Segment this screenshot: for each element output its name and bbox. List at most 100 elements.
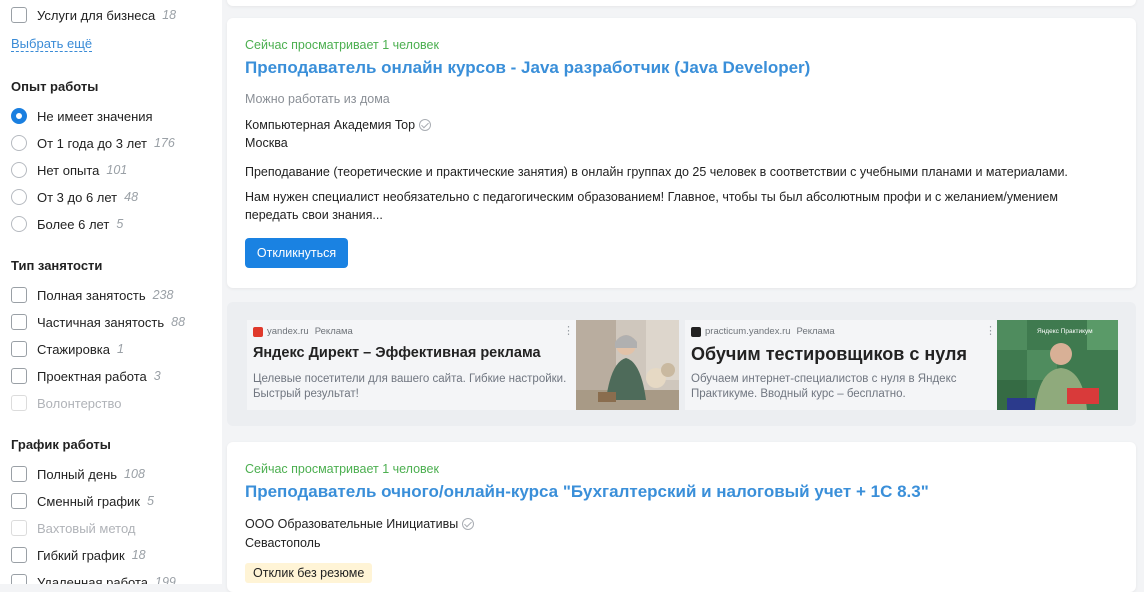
ad-image [576, 320, 679, 410]
vacancy-city: Москва [245, 136, 288, 150]
radio[interactable] [11, 135, 27, 151]
company-name-text[interactable]: Компьютерная Академия Top [245, 118, 415, 132]
verified-check-icon [462, 518, 475, 530]
checkbox-disabled [11, 520, 27, 536]
option-count: 199 [155, 575, 176, 584]
show-more-link[interactable]: Выбрать ещё [11, 36, 93, 52]
vacancy-card: Сейчас просматривает 1 человек Преподава… [227, 18, 1136, 288]
schedule-option-remote[interactable]: Удаленная работа 199 [11, 571, 176, 584]
schedule-option-rotation: Вахтовый метод [11, 517, 136, 539]
radio-selected[interactable] [11, 108, 27, 124]
filter-label: Услуги для бизнеса [37, 7, 156, 23]
option-label: Полная занятость [37, 287, 146, 303]
no-resume-badge: Отклик без резюме [245, 563, 373, 583]
company-name-text[interactable]: ООО Образовательные Инициативы [245, 517, 458, 531]
option-count: 5 [116, 217, 124, 231]
yandex-favicon-icon [253, 326, 263, 337]
option-label: Частичная занятость [37, 314, 165, 330]
checkbox[interactable] [11, 493, 27, 509]
ad-photo-student[interactable]: Яндекс Практикум [997, 320, 1118, 410]
employment-option-internship[interactable]: Стажировка 1 [11, 338, 124, 360]
option-label: От 3 до 6 лет [37, 189, 118, 205]
checkbox-disabled [11, 395, 27, 411]
ad-yandex-direct[interactable]: yandex.ru Реклама ⋮ Яндекс Директ – Эффе… [247, 320, 679, 410]
ad-domain: yandex.ru [267, 326, 309, 337]
ad-meta: yandex.ru Реклама [253, 326, 353, 337]
option-label: Нет опыта [37, 162, 100, 178]
ad-more-icon[interactable]: ⋮ [563, 324, 574, 337]
vacancy-title-link[interactable]: Преподаватель онлайн курсов - Java разра… [245, 58, 810, 78]
option-count: 108 [124, 467, 145, 481]
option-count: 88 [171, 315, 186, 329]
checkbox[interactable] [11, 341, 27, 357]
vacancy-description-2: Нам нужен специалист необязательно с пед… [245, 190, 1058, 222]
experience-option-3-6[interactable]: От 3 до 6 лет 48 [11, 186, 138, 208]
experience-option-any[interactable]: Не имеет значения [11, 105, 153, 127]
previous-vacancy-card [227, 0, 1136, 6]
option-count: 5 [146, 494, 154, 508]
schedule-section-title: График работы [11, 437, 111, 452]
checkbox[interactable] [11, 574, 27, 584]
remote-work-label: Можно работать из дома [245, 92, 390, 106]
option-label: Удаленная работа [37, 574, 149, 585]
experience-option-6plus[interactable]: Более 6 лет 5 [11, 213, 123, 235]
option-label: Вахтовый метод [37, 520, 136, 536]
ad-domain: practicum.yandex.ru [705, 326, 791, 337]
ad-text: Обучаем интернет-специалистов с нуля в Я… [691, 373, 957, 400]
employment-section-title: Тип занятости [11, 258, 103, 273]
option-count: 48 [124, 190, 139, 204]
checkbox[interactable] [11, 466, 27, 482]
checkbox[interactable] [11, 7, 27, 23]
employment-option-volunteer: Волонтерство [11, 392, 121, 414]
option-label: От 1 года до 3 лет [37, 135, 147, 151]
checkbox[interactable] [11, 314, 27, 330]
checkbox[interactable] [11, 287, 27, 303]
ad-image-caption: Яндекс Практикум [1037, 328, 1093, 335]
schedule-option-fullday[interactable]: Полный день 108 [11, 463, 145, 485]
schedule-option-shift[interactable]: Сменный график 5 [11, 490, 154, 512]
radio[interactable] [11, 162, 27, 178]
radio[interactable] [11, 216, 27, 232]
experience-section-title: Опыт работы [11, 79, 99, 94]
ad-text: Целевые посетители для вашего сайта. Гиб… [253, 373, 567, 400]
option-label: Волонтерство [37, 395, 122, 411]
option-count: 18 [131, 548, 146, 562]
option-count: 176 [153, 136, 175, 150]
ad-label: Реклама [796, 326, 835, 337]
experience-option-1-3[interactable]: От 1 года до 3 лет 176 [11, 132, 175, 154]
experience-option-none[interactable]: Нет опыта 101 [11, 159, 127, 181]
verified-check-icon [419, 119, 432, 131]
option-count: 238 [152, 288, 174, 302]
company-name[interactable]: ООО Образовательные Инициативы [245, 517, 475, 531]
employment-option-project[interactable]: Проектная работа 3 [11, 365, 161, 387]
viewing-now-label: Сейчас просматривает 1 человек [245, 38, 439, 52]
filter-count: 18 [162, 8, 177, 22]
vacancy-card: Сейчас просматривает 1 человек Преподава… [227, 442, 1136, 592]
company-name[interactable]: Компьютерная Академия Top [245, 118, 432, 132]
checkbox[interactable] [11, 368, 27, 384]
schedule-option-flexible[interactable]: Гибкий график 18 [11, 544, 146, 566]
vacancy-title-link[interactable]: Преподаватель очного/онлайн-курса "Бухга… [245, 482, 929, 502]
ads-block: yandex.ru Реклама ⋮ Яндекс Директ – Эффе… [227, 302, 1136, 426]
vacancy-description-1: Преподавание (теоретические и практическ… [245, 165, 1068, 179]
option-label: Стажировка [37, 341, 110, 357]
respond-button[interactable]: Откликнуться [245, 238, 348, 268]
filter-business-services[interactable]: Услуги для бизнеса 18 [11, 4, 176, 26]
employment-option-part[interactable]: Частичная занятость 88 [11, 311, 185, 333]
radio[interactable] [11, 189, 27, 205]
ad-title[interactable]: Яндекс Директ – Эффективная реклама [253, 345, 541, 361]
filters-sidebar: Услуги для бизнеса 18 Выбрать ещё Опыт р… [0, 0, 222, 584]
option-label: Гибкий график [37, 547, 125, 563]
ad-yandex-practicum[interactable]: practicum.yandex.ru Реклама ⋮ Обучим тес… [685, 320, 1118, 410]
ad-more-icon[interactable]: ⋮ [985, 324, 996, 337]
ad-meta: practicum.yandex.ru Реклама [691, 326, 835, 337]
option-label: Проектная работа [37, 368, 147, 384]
option-count: 1 [116, 342, 124, 356]
ad-title[interactable]: Обучим тестировщиков с нуля [691, 344, 967, 365]
ad-photo-woman[interactable] [576, 320, 679, 410]
employment-option-full[interactable]: Полная занятость 238 [11, 284, 173, 306]
ad-label: Реклама [314, 326, 353, 337]
option-label: Сменный график [37, 493, 140, 509]
checkbox[interactable] [11, 547, 27, 563]
vacancy-city: Севастополь [245, 536, 321, 550]
